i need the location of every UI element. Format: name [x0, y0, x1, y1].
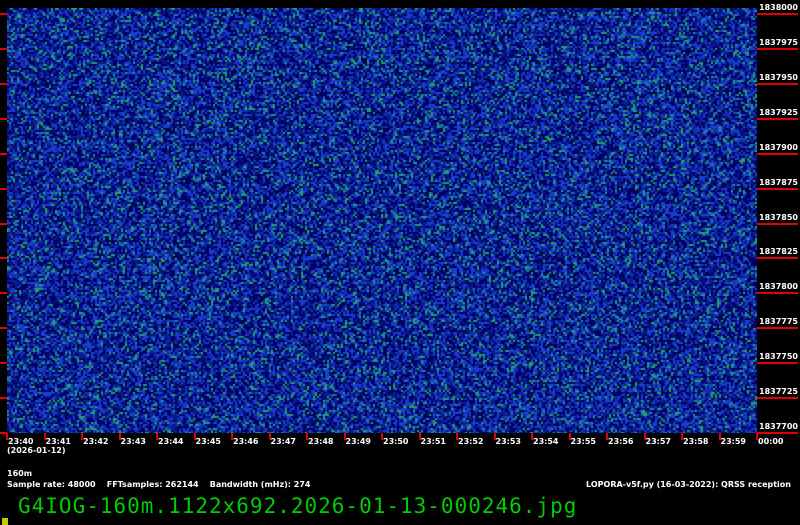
y-tick-right: [757, 327, 798, 330]
y-tick-right: [757, 257, 798, 260]
y-tick-label: 1837950: [759, 72, 798, 82]
y-tick-left: [0, 117, 7, 120]
y-tick-left: [0, 187, 7, 190]
y-tick-right: [757, 432, 798, 434]
y-tick-left: [0, 13, 7, 15]
y-tick-label: 1837725: [759, 387, 798, 397]
y-tick-right: [757, 117, 798, 120]
software-label: LOPORA-v5f.py (16-03-2022): QRSS recepti…: [586, 480, 791, 489]
x-tick-label: 23:52: [458, 437, 484, 446]
x-tick-label: 23:46: [233, 437, 259, 446]
y-tick-right: [757, 152, 798, 155]
y-tick-label: 1838000: [759, 3, 798, 12]
corner-marker: [2, 518, 8, 525]
y-tick-left: [0, 292, 7, 295]
y-tick-label: 1837800: [759, 282, 798, 292]
y-tick-right: [757, 82, 798, 85]
x-tick-label: 23:55: [570, 437, 596, 446]
x-tick-label: 23:40: [8, 437, 34, 446]
y-tick-left: [0, 362, 7, 365]
x-tick-label: 23:44: [158, 437, 184, 446]
x-tick-label: 23:45: [195, 437, 221, 446]
y-tick-left: [0, 222, 7, 225]
x-tick-label: 23:57: [645, 437, 671, 446]
x-tick-label: 23:56: [608, 437, 634, 446]
y-tick-label: 1837925: [759, 107, 798, 117]
y-tick-right: [757, 47, 798, 50]
x-tick-label: 23:48: [308, 437, 334, 446]
y-tick-label: 1837900: [759, 142, 798, 152]
y-tick-left: [0, 47, 7, 50]
y-tick-label: 1837775: [759, 317, 798, 327]
y-tick-left: [0, 152, 7, 155]
x-tick-label: 23:49: [345, 437, 371, 446]
x-axis-date: (2026-01-12): [7, 446, 66, 455]
filename-title: G4IOG-160m.1122x692.2026-01-13-000246.jp…: [18, 494, 578, 518]
waterfall-spectrogram: [7, 8, 757, 433]
x-tick-label: 23:59: [720, 437, 746, 446]
y-tick-label: 1837825: [759, 247, 798, 257]
y-tick-left: [0, 327, 7, 330]
x-tick-label: 23:43: [120, 437, 146, 446]
x-tick-label: 23:41: [45, 437, 71, 446]
y-tick-left: [0, 257, 7, 260]
y-tick-right: [757, 187, 798, 190]
x-tick-label: 23:58: [683, 437, 709, 446]
x-tick-label: 23:51: [420, 437, 446, 446]
y-tick-right: [757, 292, 798, 295]
y-tick-left: [0, 397, 7, 400]
y-tick-right: [757, 222, 798, 225]
x-tick-label: 23:42: [83, 437, 109, 446]
y-tick-right: [757, 362, 798, 365]
x-tick-label: 23:53: [495, 437, 521, 446]
y-tick-label: 1837975: [759, 37, 798, 47]
x-tick-label: 23:54: [533, 437, 559, 446]
band-label: 160m: [7, 469, 33, 478]
x-tick-label: 23:47: [270, 437, 296, 446]
x-tick-label: 00:00: [758, 437, 784, 446]
y-tick-right: [757, 13, 798, 15]
fft-parameters: Sample rate: 48000 FFTsamples: 262144 Ba…: [7, 480, 311, 489]
y-tick-right: [757, 397, 798, 400]
y-tick-label: 1837700: [759, 422, 798, 431]
y-tick-label: 1837750: [759, 352, 798, 362]
x-tick-label: 23:50: [383, 437, 409, 446]
y-tick-left: [0, 82, 7, 85]
y-tick-label: 1837850: [759, 212, 798, 222]
y-tick-label: 1837875: [759, 177, 798, 187]
